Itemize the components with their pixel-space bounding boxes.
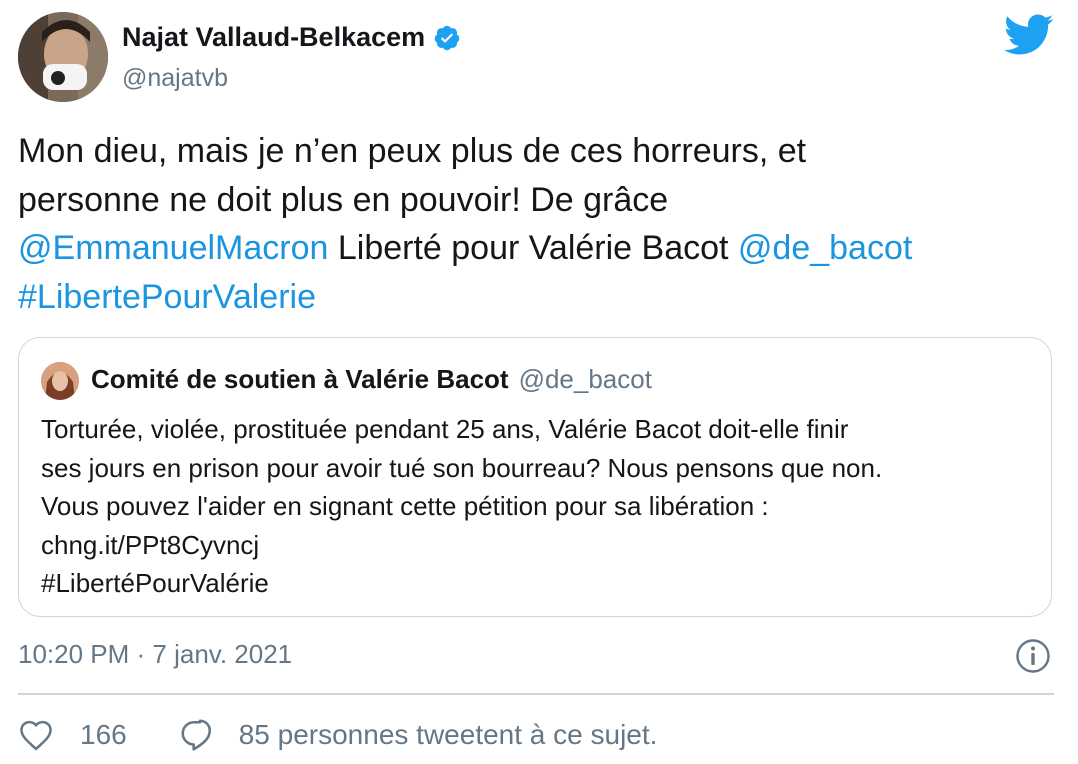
mention-emmanuelmacron[interactable]: @EmmanuelMacron: [18, 229, 328, 267]
quoted-author-name: Comité de soutien à Valérie Bacot: [91, 364, 509, 394]
quoted-author-handle: @de_bacot: [518, 364, 652, 394]
tweet-timestamp[interactable]: 10:20 PM · 7 janv. 2021: [18, 639, 292, 670]
twitter-bird-icon[interactable]: [1003, 14, 1054, 56]
reply-bubble-icon[interactable]: [179, 717, 215, 753]
mention-de-bacot[interactable]: @de_bacot: [738, 229, 912, 267]
action-bar: 166 85 personnes tweetent à ce sujet.: [18, 717, 657, 753]
quoted-text-line: Torturée, violée, prostituée pendant 25 …: [41, 414, 849, 444]
quoted-tweet-text: Torturée, violée, prostituée pendant 25 …: [41, 410, 1041, 603]
quoted-tweet-card[interactable]: Comité de soutien à Valérie Bacot @de_bac…: [18, 337, 1052, 617]
discussion-link[interactable]: 85 personnes tweetent à ce sujet.: [239, 719, 658, 751]
tweet-text-line2: personne ne doit plus en pouvoir! De grâ…: [18, 180, 669, 219]
heart-icon[interactable]: [18, 717, 54, 753]
quoted-text-hashtag: #LibertéPourValérie: [41, 568, 269, 598]
divider: [18, 693, 1054, 695]
quoted-text-line: Vous pouvez l'aider en signant cette pét…: [41, 491, 769, 521]
tweet-text-line1: Mon dieu, mais je n’en peux plus de ces …: [18, 132, 807, 170]
author-avatar[interactable]: [18, 12, 108, 102]
quoted-text-line: ses jours en prison pour avoir tué son b…: [41, 452, 883, 483]
info-icon[interactable]: [1015, 638, 1051, 674]
quoted-author-avatar: [41, 362, 79, 400]
verified-badge-icon: [433, 24, 461, 52]
tweet-text: Mon dieu, mais je n’en peux plus de ces …: [18, 127, 1058, 321]
author-name-row: Najat Vallaud-Belkacem: [122, 22, 461, 53]
author-name[interactable]: Najat Vallaud-Belkacem: [122, 22, 425, 53]
quoted-author-row: Comité de soutien à Valérie Bacot @de_bac…: [91, 364, 652, 395]
hashtag-link[interactable]: #LibertePourValerie: [18, 278, 316, 316]
author-handle[interactable]: @najatvb: [122, 64, 228, 93]
tweet-text-line3: Liberté pour Valérie Bacot: [328, 229, 738, 267]
quoted-text-link: chng.it/PPt8Cyvncj: [41, 529, 260, 560]
like-count[interactable]: 166: [80, 719, 127, 751]
